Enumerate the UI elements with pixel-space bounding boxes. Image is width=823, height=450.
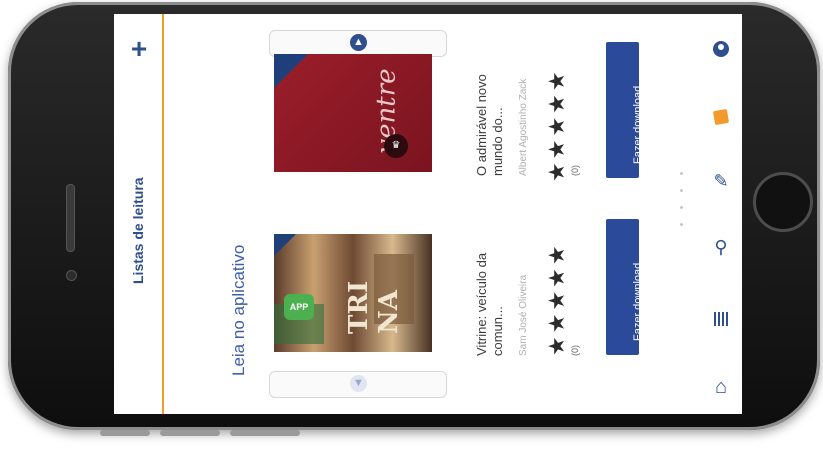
- cover-title: TRI NA: [344, 280, 404, 334]
- app-screen: + Listas de leitura Leia no aplicativo ▲…: [114, 14, 742, 414]
- chevron-up-icon[interactable]: ▲: [350, 34, 367, 51]
- reading-lists-panel: + Listas de leitura: [114, 14, 162, 414]
- section-title: Leia no aplicativo: [229, 244, 248, 376]
- book-author: Sam José Oliveira: [518, 274, 529, 356]
- phone-volume-down: [160, 430, 220, 436]
- book-author: Albert Agostinho Zack: [518, 78, 529, 176]
- rating-stars: ★★★★★: [544, 68, 569, 182]
- book-cover[interactable]: ventre ♛: [274, 54, 432, 172]
- phone-speaker: [66, 184, 75, 252]
- book-cover[interactable]: TRI NA APP: [274, 234, 432, 352]
- reading-lists-title[interactable]: Listas de leitura: [130, 177, 146, 284]
- home-icon[interactable]: ⌂: [708, 374, 734, 400]
- notes-icon[interactable]: [708, 104, 734, 130]
- phone-volume-up: [100, 430, 150, 436]
- edit-icon[interactable]: ✎: [708, 168, 734, 194]
- rating-count: (0): [570, 165, 580, 176]
- list-icon[interactable]: [708, 306, 734, 332]
- phone-frame: + Listas de leitura Leia no aplicativo ▲…: [8, 2, 820, 430]
- carousel-pager-top[interactable]: ▲: [269, 30, 447, 57]
- user-icon[interactable]: [708, 36, 734, 62]
- scroll-indicator: [680, 172, 684, 242]
- rating-count: (0): [570, 345, 580, 356]
- divider: [162, 14, 164, 414]
- phone-camera: [66, 270, 77, 281]
- book-title[interactable]: Vitrine: veículo da comun...: [474, 253, 506, 356]
- toolbar: ✎ ⚲ ⌂: [700, 14, 742, 414]
- chevron-down-icon[interactable]: ▼: [350, 375, 367, 392]
- bookmark-icon: [274, 54, 308, 88]
- phone-home-button[interactable]: [753, 172, 813, 232]
- phone-mute-switch: [230, 430, 300, 436]
- download-button[interactable]: Fazer download: [606, 42, 644, 178]
- search-icon[interactable]: ⚲: [708, 234, 734, 260]
- carousel-pager-bottom[interactable]: ▼: [269, 371, 447, 398]
- app-badge: APP: [284, 294, 314, 320]
- book-title[interactable]: O admirável novo mundo do...: [474, 74, 506, 176]
- add-list-button[interactable]: +: [128, 35, 150, 63]
- rating-stars: ★★★★★: [544, 242, 569, 356]
- bookmark-icon: [274, 234, 296, 256]
- publisher-seal: ♛: [384, 134, 408, 158]
- download-button[interactable]: Fazer download: [606, 219, 644, 355]
